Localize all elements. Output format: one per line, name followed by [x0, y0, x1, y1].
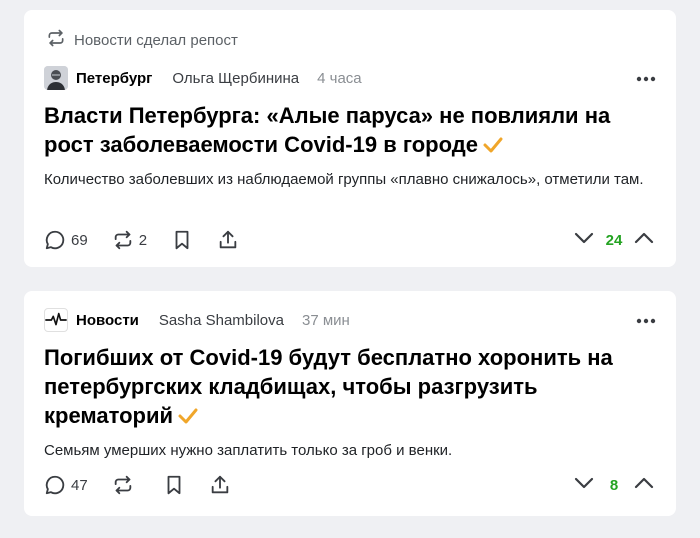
vote-up-button[interactable]: [632, 471, 656, 500]
post-snippet[interactable]: Семьям умерших нужно заплатить только за…: [44, 438, 644, 463]
post-time: 4 часа: [317, 69, 362, 87]
comments-count: 69: [71, 231, 88, 249]
post-card: Новости сделал репост Петербург Ольга Ще…: [24, 10, 676, 267]
comments-button[interactable]: 69: [44, 229, 88, 251]
more-button[interactable]: [634, 308, 658, 332]
channel-name[interactable]: Новости: [76, 312, 139, 329]
post-title[interactable]: Власти Петербурга: «Алые паруса» не повл…: [44, 101, 654, 161]
repost-indicator[interactable]: Новости сделал репост: [46, 28, 238, 52]
share-icon: [209, 474, 231, 496]
comment-icon: [44, 474, 66, 496]
post-meta: Новости Sasha Shambilova 37 мин: [44, 308, 350, 332]
channel-avatar-icon[interactable]: [44, 66, 68, 90]
vote-up-button[interactable]: [632, 226, 656, 255]
bookmark-button[interactable]: [171, 229, 193, 251]
author-name[interactable]: Ольга Щербинина: [172, 70, 299, 87]
post-actions: 47 8: [44, 473, 656, 497]
channel-avatar-icon[interactable]: [44, 308, 68, 332]
repost-text: Новости сделал репост: [74, 31, 238, 49]
bookmark-icon: [163, 474, 185, 496]
vote-controls: 24: [572, 226, 656, 255]
channel-name[interactable]: Петербург: [76, 70, 152, 87]
share-icon: [217, 229, 239, 251]
post-meta: Петербург Ольга Щербинина 4 часа: [44, 66, 362, 90]
repost-icon: [46, 28, 66, 52]
comments-count: 47: [71, 476, 88, 494]
vote-controls: 8: [572, 471, 656, 500]
share-button[interactable]: [209, 474, 231, 496]
verified-check-icon: [482, 132, 504, 161]
repost-icon: [112, 474, 134, 496]
chevron-up-icon: [634, 477, 654, 488]
post-title[interactable]: Погибших от Covid-19 будут бесплатно хор…: [44, 343, 654, 432]
chevron-down-icon: [574, 477, 594, 488]
comment-icon: [44, 229, 66, 251]
more-button[interactable]: [634, 66, 658, 90]
post-title-text[interactable]: Власти Петербурга: «Алые паруса» не повл…: [44, 103, 610, 157]
pulse-logo-icon: [45, 312, 67, 326]
repost-button[interactable]: 2: [112, 229, 147, 251]
vote-down-button[interactable]: [572, 226, 596, 255]
reposts-count: 2: [138, 231, 148, 249]
post-title-text[interactable]: Погибших от Covid-19 будут бесплатно хор…: [44, 345, 613, 428]
post-actions: 69 2 24: [44, 228, 656, 252]
vote-down-button[interactable]: [572, 471, 596, 500]
post-snippet[interactable]: Количество заболевших из наблюдаемой гру…: [44, 167, 644, 192]
bookmark-button[interactable]: [163, 474, 185, 496]
share-button[interactable]: [217, 229, 239, 251]
post-card: Новости Sasha Shambilova 37 мин Погибших…: [24, 291, 676, 516]
repost-icon: [112, 229, 134, 251]
comments-button[interactable]: 47: [44, 474, 88, 496]
author-name[interactable]: Sasha Shambilova: [159, 312, 284, 329]
vote-count: 8: [609, 476, 619, 494]
more-icon: [636, 69, 656, 87]
chevron-down-icon: [574, 232, 594, 243]
more-icon: [636, 311, 656, 329]
chevron-up-icon: [634, 232, 654, 243]
post-time: 37 мин: [301, 311, 350, 329]
repost-button[interactable]: [112, 474, 139, 496]
verified-check-icon: [177, 403, 199, 432]
vote-count: 24: [605, 231, 623, 249]
bookmark-icon: [171, 229, 193, 251]
